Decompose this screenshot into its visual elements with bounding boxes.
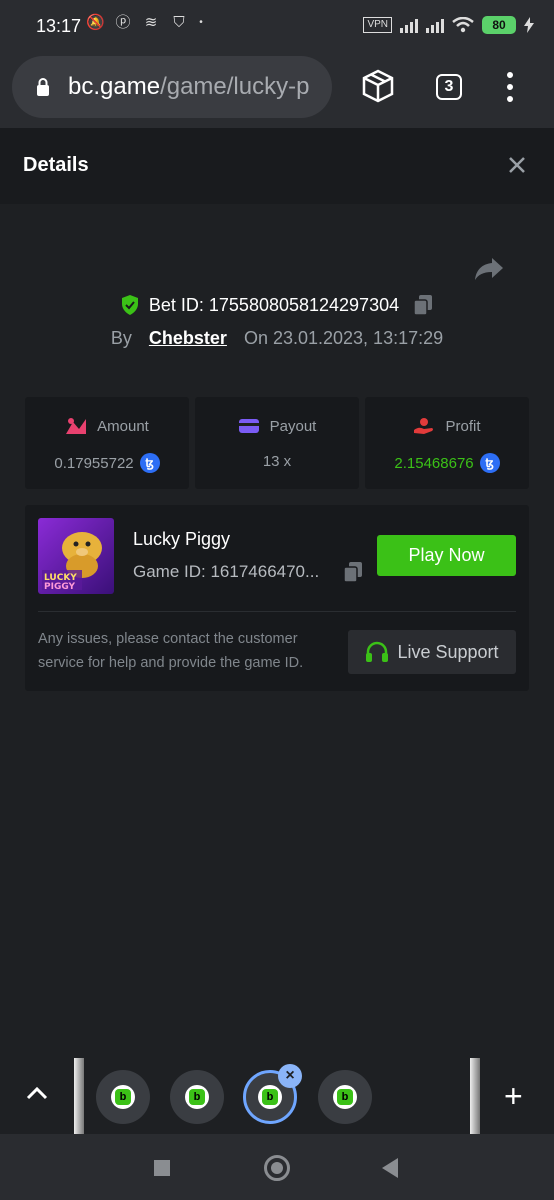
tab-strip: b b b × b + xyxy=(0,1058,554,1134)
charging-icon xyxy=(524,17,534,33)
mute-bell-icon: 🔕 xyxy=(86,14,105,31)
live-support-button[interactable]: Live Support xyxy=(348,630,516,674)
bet-datetime: 23.01.2023, 13:17:29 xyxy=(272,328,444,348)
shield-status-icon: ⛉ xyxy=(173,14,185,31)
copy-icon[interactable] xyxy=(413,294,433,316)
share-icon[interactable] xyxy=(474,256,504,282)
live-support-label: Live Support xyxy=(397,641,499,662)
user-link[interactable]: Chebster xyxy=(149,328,227,348)
wifi-icon xyxy=(452,17,474,33)
game-thumbnail[interactable]: LUCKY PIGGY xyxy=(38,518,114,594)
stat-value: 2.15468676 xyxy=(394,454,474,472)
close-tab-icon[interactable]: × xyxy=(278,1064,302,1088)
lock-icon xyxy=(37,78,49,96)
tezos-coin-icon: ꜩ xyxy=(139,453,160,473)
verified-shield-icon xyxy=(121,295,138,315)
pinterest-icon: ⓟ xyxy=(115,14,131,31)
bet-id-row: Bet ID: 1755808058124297304 xyxy=(0,294,554,316)
app-icon: ≋ xyxy=(144,14,158,31)
headset-icon xyxy=(366,641,389,662)
amount-icon xyxy=(66,418,87,434)
browser-toolbar: bc.game/game/lucky-p 3 xyxy=(0,54,554,128)
tab-thumb[interactable]: b xyxy=(170,1070,224,1124)
bet-meta: By Chebster On 23.01.2023, 13:17:29 xyxy=(0,328,554,349)
details-header: Details xyxy=(0,128,554,204)
play-now-button[interactable]: Play Now xyxy=(377,535,516,576)
copy-game-id-icon[interactable] xyxy=(343,561,363,583)
stat-value: 13 x xyxy=(262,453,292,470)
tezos-coin-icon: ꜩ xyxy=(479,453,500,473)
tab-thumb[interactable]: b xyxy=(318,1070,372,1124)
status-bar: 13:17 🔕 ⓟ ≋ ⛉ • VPN 80 xyxy=(0,0,554,54)
by-label: By xyxy=(110,328,132,348)
signal-icon xyxy=(400,17,418,33)
game-name: Lucky Piggy xyxy=(133,529,231,549)
support-notice: Any issues, please contact the customer … xyxy=(38,631,304,671)
close-icon[interactable] xyxy=(506,154,528,176)
system-nav-bar xyxy=(0,1134,554,1200)
stat-value: 0.17955722 xyxy=(54,454,134,472)
game-panel: LUCKY PIGGY Lucky Piggy Game ID: 1617466… xyxy=(25,505,529,691)
dot-icon: • xyxy=(199,17,203,28)
game-id: Game ID: 1617466470... xyxy=(133,562,320,581)
strip-edge-right xyxy=(470,1058,480,1134)
stat-label: Payout xyxy=(269,417,317,435)
url-bar[interactable]: bc.game/game/lucky-p xyxy=(12,56,332,118)
system-icons: VPN 80 xyxy=(363,16,534,34)
tab-switcher-button[interactable]: 3 xyxy=(436,74,462,100)
back-button[interactable] xyxy=(382,1158,398,1178)
on-label: On xyxy=(243,328,268,348)
strip-edge-left xyxy=(74,1058,84,1134)
bet-id: Bet ID: 1755808058124297304 xyxy=(148,294,400,315)
cube-extension-icon[interactable] xyxy=(360,68,396,104)
stat-amount: Amount 0.17955722 ꜩ xyxy=(25,397,189,489)
tab-thumb[interactable]: b xyxy=(96,1070,150,1124)
divider xyxy=(38,611,516,612)
signal-icon-2 xyxy=(426,17,444,33)
browser-menu-icon[interactable] xyxy=(506,72,514,102)
chevron-up-icon[interactable] xyxy=(26,1086,48,1100)
home-button[interactable] xyxy=(264,1155,290,1181)
stat-profit: Profit 2.15468676 ꜩ xyxy=(365,397,529,489)
payout-card-icon xyxy=(238,419,259,433)
vpn-icon: VPN xyxy=(363,17,392,33)
stat-label: Amount xyxy=(97,417,149,435)
new-tab-button[interactable]: + xyxy=(504,1080,523,1112)
stat-label: Profit xyxy=(445,417,481,435)
profit-icon xyxy=(414,418,434,434)
battery-icon: 80 xyxy=(482,16,516,34)
bet-stats: Amount 0.17955722 ꜩ Payout 13 x Profit 2… xyxy=(25,397,529,489)
page-title: Details xyxy=(23,154,89,176)
recents-button[interactable] xyxy=(154,1160,170,1176)
notification-icons: 🔕 ⓟ ≋ ⛉ • xyxy=(86,14,204,32)
url-text: bc.game/game/lucky-p xyxy=(68,73,310,100)
stat-payout: Payout 13 x xyxy=(195,397,359,489)
status-time: 13:17 xyxy=(36,16,82,36)
svg-text:PIGGY: PIGGY xyxy=(44,582,76,592)
